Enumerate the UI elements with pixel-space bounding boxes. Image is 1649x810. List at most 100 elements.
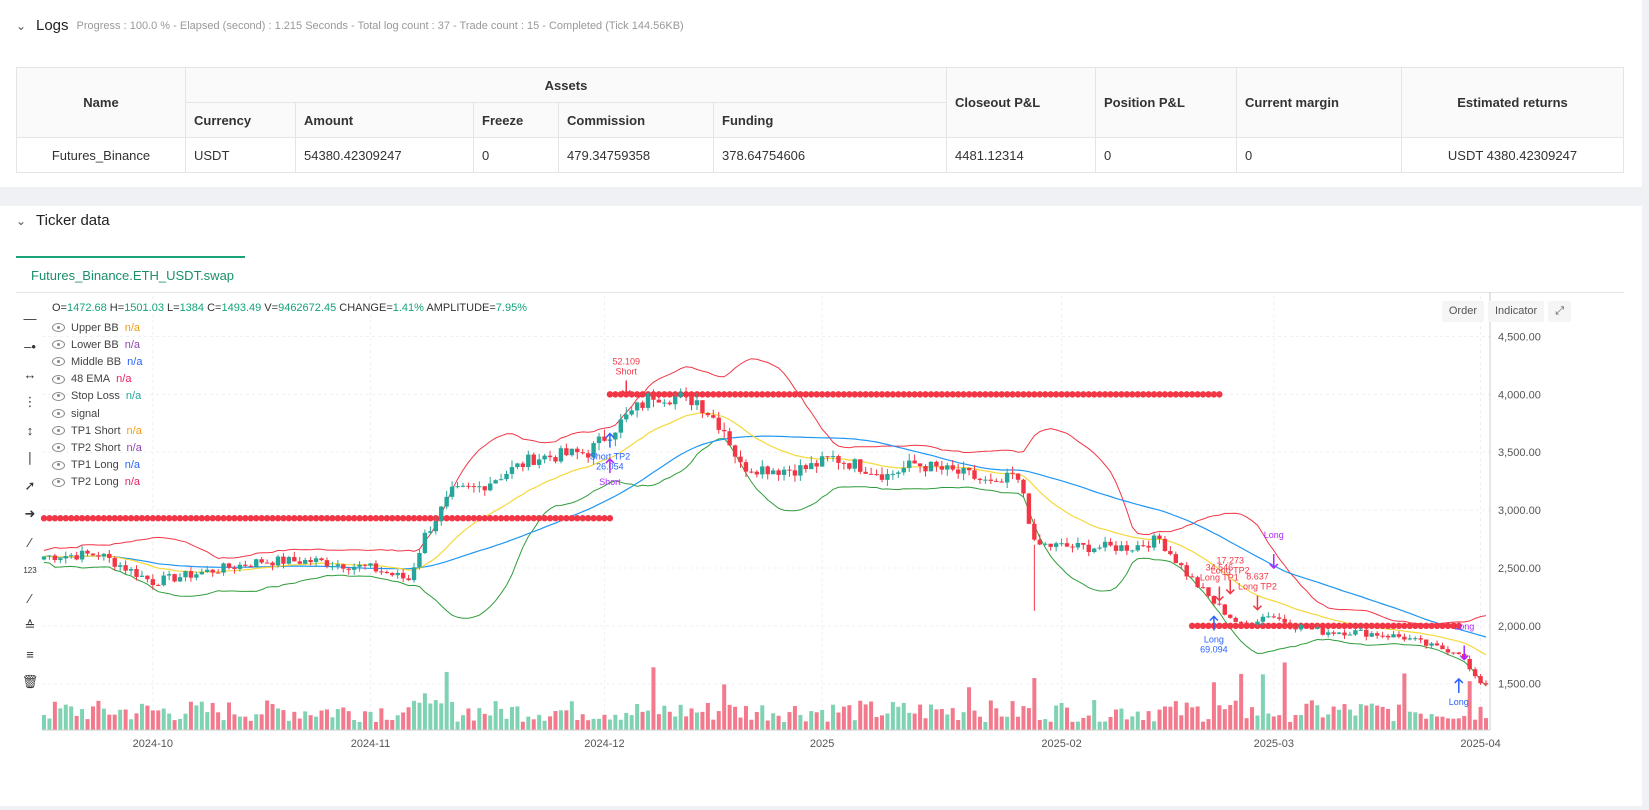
eye-icon[interactable] [52,340,65,350]
eye-icon[interactable] [52,443,65,453]
volume-bar [1320,717,1325,730]
parallel-channel-tool-icon[interactable]: ⁄ [18,584,42,612]
stop-loss-dot [334,515,342,522]
stop-loss-dot [731,391,739,398]
legend-item[interactable]: Upper BB n/a [52,319,527,336]
candle-body [809,463,814,470]
volume-bar [1266,713,1271,730]
vertical-segment-tool-icon[interactable]: ↕ [18,416,42,444]
price-line-tool-icon[interactable]: ∣ [18,444,42,472]
stop-loss-dot [519,515,527,522]
horizontal-ray-tool-icon[interactable]: ↔ [18,360,42,388]
candle-body [1325,632,1331,635]
legend-item[interactable]: signal [52,405,527,422]
legend-item[interactable]: TP1 Short n/a [52,422,527,439]
volume-bar [923,718,928,730]
stop-loss-dot [220,515,227,522]
x-tick-label: 2024-11 [351,738,391,750]
eye-icon[interactable] [52,374,65,384]
stop-loss-dot [291,515,298,522]
stop-loss-dot [62,515,69,522]
candle-body [847,463,852,469]
candle-body [1151,535,1157,548]
stop-loss-dot [1390,622,1397,630]
legend-item[interactable]: Stop Loss n/a [52,388,527,405]
volume-bar [1402,673,1407,730]
candle-body [1293,627,1298,630]
stop-loss-dot [1417,622,1424,630]
fibonacci-tool-icon[interactable]: ≙ [18,612,42,640]
legend-item[interactable]: TP2 Long n/a [52,474,527,491]
stop-loss-dot [1025,391,1033,398]
stop-loss-dot [225,515,233,522]
volume-bar [1195,706,1200,730]
volume-bar [150,710,155,730]
volume-bar [928,704,933,730]
candle-body [96,555,101,557]
legend-value: n/a [126,424,142,437]
candle-body [1287,622,1293,628]
legend-name: 48 EMA [71,373,111,386]
eye-icon[interactable] [52,391,65,401]
legend-value: n/a [116,373,132,386]
volume-bar [352,719,357,730]
candle-body [553,457,558,462]
candle-body [292,557,297,562]
candle-body [362,564,368,566]
legend-item[interactable]: Middle BB n/a [52,353,527,370]
eye-icon[interactable] [52,323,65,333]
stop-loss-dot [312,515,320,522]
stop-loss-dot [1161,391,1169,398]
price-label-tool-icon[interactable]: 123 [18,556,42,584]
candle-body [923,466,928,472]
indicator-button[interactable]: Indicator [1487,301,1545,322]
legend-item[interactable]: Lower BB n/a [52,336,527,353]
eye-icon[interactable] [52,460,65,470]
stop-loss-dot [797,391,804,398]
candle-body [656,399,662,403]
legend-item[interactable]: TP2 Short n/a [52,439,527,456]
eye-icon[interactable] [52,409,65,419]
stop-loss-dot [1080,391,1087,398]
signal-label: 8.637 [1246,572,1269,582]
ray-line-tool-icon[interactable]: ➜ [18,500,42,528]
volume-bar [738,717,743,730]
segment-tool-icon[interactable]: ∕ [18,528,42,556]
trend-line-tool-icon[interactable]: ➚ [18,472,42,500]
volume-bar [482,713,487,730]
fullscreen-icon[interactable]: ⤢ [1548,301,1571,322]
eye-icon[interactable] [52,357,65,367]
stop-loss-dot [846,391,853,398]
stop-loss-dot [1069,391,1076,398]
candle-body [939,466,945,470]
vertical-line-tool-icon[interactable]: ⋮ [18,388,42,416]
candle-body [1402,636,1407,640]
volume-bar [80,709,85,730]
candle-body [961,467,966,474]
candle-body [215,572,221,574]
horizontal-line-tool-icon[interactable]: –• [18,332,42,360]
crosshair-tool-icon[interactable]: — [18,304,42,332]
stop-loss-dot [1444,622,1452,630]
volume-bar [466,708,471,730]
candle-body [798,465,803,476]
legend-item[interactable]: TP1 Long n/a [52,457,527,474]
stop-loss-dot [165,515,173,522]
candle-body [335,564,341,566]
fib-retracement-tool-icon[interactable]: ≡ [18,640,42,668]
eye-icon[interactable] [52,426,65,436]
candle-body [1135,545,1140,551]
order-button[interactable]: Order [1441,301,1484,322]
trash-icon[interactable]: 🗑 [18,668,42,696]
candle-body [825,456,830,458]
stop-loss-dot [405,515,412,522]
legend-item[interactable]: 48 EMA n/a [52,371,527,388]
stop-loss-dot [1167,391,1174,398]
volume-bar [112,714,117,730]
stop-loss-dot [835,391,842,398]
stop-loss-dot [296,515,303,522]
candle-body [787,469,792,471]
eye-icon[interactable] [52,477,65,487]
stop-loss-dot [1346,622,1354,630]
stop-loss-dot [802,391,810,398]
